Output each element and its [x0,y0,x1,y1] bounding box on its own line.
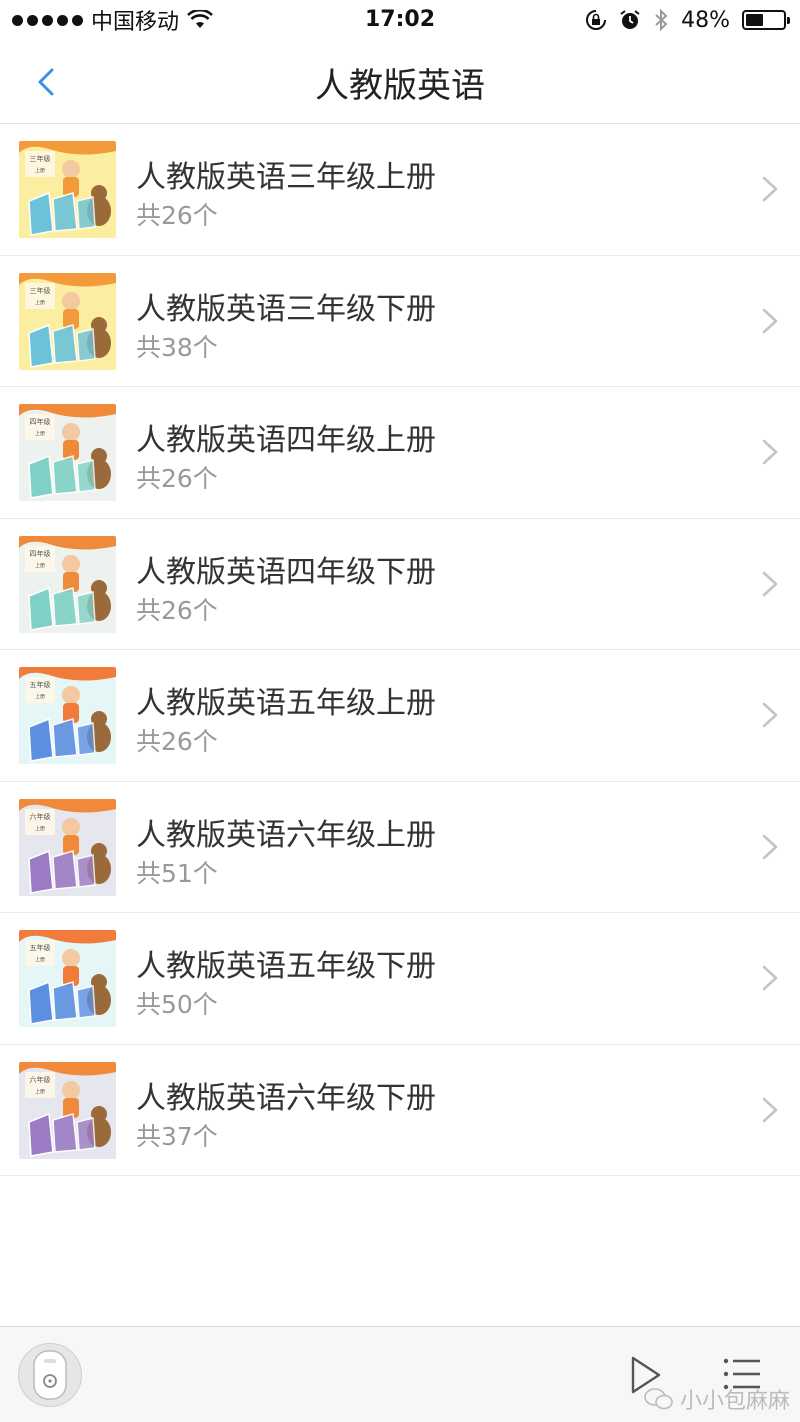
book-count: 共51个 [136,858,218,888]
device-icon [33,1350,67,1400]
chevron-right-icon [762,965,778,991]
book-row[interactable]: 三年级 上册 人教版英语三年级上册 共26个 [0,124,800,256]
chevron-right-icon [762,571,778,596]
book-cover-art: 五年级 上册 [19,667,116,764]
book-row[interactable]: 五年级 上册 人教版英语五年级下册 共50个 [0,913,800,1045]
cover-term-label: 上册 [35,956,45,963]
cover-grade-label: 四年级 [30,417,51,426]
book-row[interactable]: 六年级 上册 人教版英语六年级上册 共51个 [0,782,800,913]
book-title: 人教版英语四年级上册 [136,423,436,458]
status-right: 48% [585,0,790,40]
wechat-icon [644,1388,673,1410]
book-cover-art: 六年级 上册 [19,798,116,896]
cover-grade-label: 三年级 [30,154,51,163]
watermark-text: 小小包麻麻 [679,1389,790,1414]
player-bar: 小小包麻麻 [0,1326,800,1422]
cover-grade-label: 三年级 [30,286,51,295]
book-count: 共26个 [136,201,218,230]
book-cover-art: 五年级 上册 [19,930,116,1027]
book-cover: 四年级 上册 [19,404,116,501]
cover-grade-label: 六年级 [30,812,51,821]
chevron-right-icon [762,308,778,333]
book-row[interactable]: 五年级 上册 人教版英语五年级上册 共26个 [0,650,800,782]
page-title: 人教版英语 [315,66,485,106]
book-row[interactable]: 三年级 上册 人教版英语三年级下册 共38个 [0,256,800,387]
cover-term-label: 上册 [35,825,45,832]
cover-term-label: 上册 [35,167,45,174]
book-cover: 四年级 上册 [19,535,116,633]
book-cover: 六年级 上册 [19,1061,116,1159]
chevron-right-icon [762,702,778,728]
watermark: 小小包麻麻 [644,1383,790,1415]
book-count: 共38个 [136,332,218,362]
book-cover-art: 三年级 上册 [19,141,116,238]
book-cover: 五年级 上册 [19,930,116,1027]
book-cover-art: 四年级 上册 [19,535,116,633]
book-count: 共50个 [136,990,218,1019]
book-count: 共26个 [136,464,218,493]
book-title: 人教版英语五年级下册 [136,949,436,984]
cover-grade-label: 五年级 [30,680,51,689]
book-cover: 六年级 上册 [19,798,116,896]
book-title: 人教版英语四年级下册 [136,554,436,590]
cover-grade-label: 五年级 [30,943,51,952]
battery-fill [746,14,764,26]
book-count: 共37个 [136,1121,218,1151]
cover-term-label: 上册 [35,299,45,306]
book-list: 三年级 上册 人教版英语三年级上册 共26个 三年级 上册 人教版英语三年级下册… [0,124,800,1176]
bluetooth-icon [655,8,668,32]
chevron-right-icon [762,834,778,859]
player-avatar[interactable] [18,1343,82,1407]
book-cover-art: 四年级 上册 [19,404,116,501]
book-title: 人教版英语六年级下册 [136,1080,436,1116]
cover-grade-label: 四年级 [30,549,51,558]
status-bar: 中国移动 17:02 48% [0,0,800,40]
cover-term-label: 上册 [35,562,45,569]
cover-term-label: 上册 [35,693,45,700]
book-title: 人教版英语三年级下册 [136,291,436,327]
alarm-icon [620,10,640,29]
book-cover: 五年级 上册 [19,667,116,764]
cover-term-label: 上册 [35,430,45,437]
chevron-right-icon [762,176,778,202]
cover-term-label: 上册 [35,1088,45,1095]
book-row[interactable]: 四年级 上册 人教版英语四年级下册 共26个 [0,519,800,650]
book-count: 共26个 [136,595,218,625]
nav-bar: 人教版英语 [0,40,800,124]
chevron-right-icon [762,439,778,465]
book-cover-art: 三年级 上册 [19,272,116,370]
book-row[interactable]: 六年级 上册 人教版英语六年级下册 共37个 [0,1045,800,1176]
rotation-lock-icon [586,10,607,30]
book-count: 共26个 [136,727,218,756]
chevron-right-icon [762,1097,778,1122]
book-title: 人教版英语三年级上册 [136,160,436,195]
book-cover-art: 六年级 上册 [19,1061,116,1159]
book-cover: 三年级 上册 [19,141,116,238]
cover-grade-label: 六年级 [30,1075,51,1084]
battery-icon [742,10,790,30]
book-row[interactable]: 四年级 上册 人教版英语四年级上册 共26个 [0,387,800,519]
book-title: 人教版英语六年级上册 [136,817,436,853]
book-title: 人教版英语五年级上册 [136,686,436,721]
book-cover: 三年级 上册 [19,272,116,370]
battery-percent: 48% [681,7,730,33]
